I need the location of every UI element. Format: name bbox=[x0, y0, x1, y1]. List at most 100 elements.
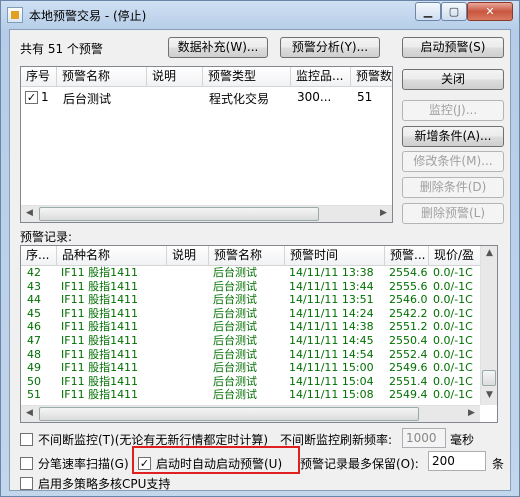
alert-row-id: 1 bbox=[41, 90, 49, 104]
multi-cpu-checkbox[interactable] bbox=[20, 477, 33, 490]
col-header-count[interactable]: 预警数 bbox=[351, 67, 392, 87]
record-time: 14/11/11 14:54 bbox=[289, 347, 374, 361]
record-row[interactable]: 47 IF11 股指1411 后台测试 14/11/11 14:45 2550.4 0.0… bbox=[21, 334, 481, 348]
record-price: 2551.2 bbox=[389, 320, 428, 334]
record-row[interactable]: 46 IF11 股指1411 后台测试 14/11/11 14:38 2551.2 0.0… bbox=[21, 320, 481, 334]
max-records-unit: 条 bbox=[492, 457, 505, 471]
record-time: 14/11/11 14:45 bbox=[289, 334, 374, 347]
scroll-up-icon[interactable]: ▲ bbox=[481, 246, 497, 262]
start-alert-button[interactable]: 启动预警(S) bbox=[402, 37, 504, 58]
tick-scan-label[interactable]: 分笔速率扫描(G) bbox=[38, 455, 129, 472]
record-time: 14/11/11 15:00 bbox=[289, 361, 374, 375]
record-row[interactable]: 51 IF11 股指1411 后台测试 14/11/11 15:08 2549.4 0.0… bbox=[21, 388, 481, 402]
scroll-right-icon[interactable]: ▶ bbox=[375, 206, 392, 222]
alert-count-label: 共有 51 个预警 bbox=[20, 42, 103, 56]
record-pnl: 0.0/-1C bbox=[433, 374, 473, 388]
record-time: 14/11/11 15:04 bbox=[289, 374, 374, 388]
record-seq: 46 bbox=[27, 320, 41, 334]
auto-start-label[interactable]: 启动时自动启动预警(U) bbox=[156, 455, 282, 472]
scroll-thumb[interactable] bbox=[39, 407, 419, 421]
record-name: 后台测试 bbox=[213, 279, 257, 293]
record-row[interactable]: 49 IF11 股指1411 后台测试 14/11/11 15:00 2549.6 0.0… bbox=[21, 361, 481, 375]
records-rows: 42 IF11 股指1411 后台测试 14/11/11 13:38 2554.6 0.0… bbox=[21, 266, 481, 405]
scroll-left-icon[interactable]: ◀ bbox=[21, 206, 38, 222]
main-window: 本地预警交易 - (停止) ▁ ▢ ✕ 共有 51 个预警 数据补充(W)...… bbox=[0, 0, 520, 497]
scroll-thumb[interactable] bbox=[39, 207, 319, 221]
maximize-button[interactable]: ▢ bbox=[441, 2, 467, 21]
tick-scan-checkbox[interactable] bbox=[20, 457, 33, 470]
continuous-monitor-checkbox[interactable] bbox=[20, 433, 33, 446]
rec-header-pnl[interactable]: 现价/盈 bbox=[429, 246, 481, 266]
record-price: 2551.4 bbox=[389, 374, 428, 388]
record-seq: 45 bbox=[27, 306, 41, 320]
records-label: 预警记录: bbox=[20, 230, 73, 244]
records-vscrollbar[interactable]: ▲ ▼ bbox=[480, 246, 497, 405]
scroll-left-icon[interactable]: ◀ bbox=[21, 406, 38, 422]
close-window-button[interactable]: ✕ bbox=[467, 2, 513, 21]
col-header-desc[interactable]: 说明 bbox=[147, 67, 203, 87]
window-title: 本地预警交易 - (停止) bbox=[29, 9, 147, 23]
col-header-product[interactable]: 监控品... bbox=[291, 67, 351, 87]
record-name: 后台测试 bbox=[213, 293, 257, 307]
record-seq: 48 bbox=[27, 347, 41, 361]
col-header-name[interactable]: 预警名称 bbox=[57, 67, 147, 87]
add-condition-button[interactable]: 新增条件(A)... bbox=[402, 126, 504, 147]
record-time: 14/11/11 13:38 bbox=[289, 266, 374, 279]
record-product: IF11 股指1411 bbox=[61, 361, 139, 375]
rec-header-seq[interactable]: 序... bbox=[21, 246, 57, 266]
record-name: 后台测试 bbox=[213, 347, 257, 361]
record-pnl: 0.0/-1C bbox=[433, 334, 473, 347]
rec-header-desc[interactable]: 说明 bbox=[167, 246, 209, 266]
record-row[interactable]: 43 IF11 股指1411 后台测试 14/11/11 13:44 2555.6 0.0… bbox=[21, 280, 481, 294]
record-pnl: 0.0/-1C bbox=[433, 293, 473, 307]
records-list[interactable]: 序... 品种名称 说明 预警名称 预警时间 预警... 现价/盈 42 IF11… bbox=[20, 245, 498, 423]
max-records-input[interactable]: 200 bbox=[428, 451, 486, 471]
record-price: 2549.6 bbox=[389, 361, 428, 375]
delete-alert-button[interactable]: 删除预警(L) bbox=[402, 203, 504, 224]
rec-header-price[interactable]: 预警... bbox=[385, 246, 429, 266]
rec-header-time[interactable]: 预警时间 bbox=[285, 246, 385, 266]
scroll-right-icon[interactable]: ▶ bbox=[463, 406, 480, 422]
data-fill-button[interactable]: 数据补充(W)... bbox=[168, 37, 268, 58]
rec-header-name[interactable]: 预警名称 bbox=[209, 246, 285, 266]
minimize-button[interactable]: ▁ bbox=[415, 2, 441, 21]
record-seq: 43 bbox=[27, 279, 41, 293]
close-button[interactable]: 关闭 bbox=[402, 69, 504, 90]
alert-row[interactable]: ✓ 1 后台测试 程式化交易 300... 51 bbox=[21, 89, 392, 107]
record-row[interactable]: 48 IF11 股指1411 后台测试 14/11/11 14:54 2552.4 0.0… bbox=[21, 348, 481, 362]
refresh-rate-input[interactable]: 1000 bbox=[402, 428, 446, 448]
alert-row-name: 后台测试 bbox=[63, 92, 112, 106]
scroll-down-icon[interactable]: ▼ bbox=[481, 388, 497, 404]
record-seq: 50 bbox=[27, 374, 41, 388]
col-header-type[interactable]: 预警类型 bbox=[203, 67, 291, 87]
record-pnl: 0.0/-1C bbox=[433, 320, 473, 334]
record-seq: 44 bbox=[27, 293, 41, 307]
alert-analysis-button[interactable]: 预警分析(Y)... bbox=[280, 37, 380, 58]
record-pnl: 0.0/-1C bbox=[433, 279, 473, 293]
record-product: IF11 股指1411 bbox=[61, 293, 139, 307]
record-seq: 42 bbox=[27, 266, 41, 279]
monitor-button[interactable]: 监控(J)... bbox=[402, 100, 504, 121]
record-product: IF11 股指1411 bbox=[61, 266, 139, 279]
multi-cpu-label[interactable]: 启用多策略多核CPU支持 bbox=[38, 475, 170, 492]
record-row[interactable]: 44 IF11 股指1411 后台测试 14/11/11 13:51 2546.0 0.0… bbox=[21, 293, 481, 307]
edit-condition-button[interactable]: 修改条件(M)... bbox=[402, 151, 504, 172]
rec-header-product[interactable]: 品种名称 bbox=[57, 246, 167, 266]
records-hscrollbar[interactable]: ◀ ▶ bbox=[21, 405, 480, 422]
record-row[interactable]: 45 IF11 股指1411 后台测试 14/11/11 14:24 2542.2 0.0… bbox=[21, 307, 481, 321]
app-icon bbox=[7, 7, 23, 23]
alert-row-type: 程式化交易 bbox=[209, 92, 270, 106]
auto-start-checkbox[interactable]: ✓ bbox=[138, 457, 151, 470]
record-time: 14/11/11 14:38 bbox=[289, 320, 374, 334]
alert-list[interactable]: 序号 预警名称 说明 预警类型 监控品... 预警数 ✓ 1 后台测试 程式化交… bbox=[20, 66, 393, 223]
vscroll-thumb[interactable] bbox=[482, 370, 496, 386]
title-bar[interactable]: 本地预警交易 - (停止) ▁ ▢ ✕ bbox=[1, 1, 519, 29]
alert-row-checkbox[interactable]: ✓ bbox=[25, 91, 38, 104]
record-product: IF11 股指1411 bbox=[61, 334, 139, 347]
alert-list-hscrollbar[interactable]: ◀ ▶ bbox=[21, 205, 392, 222]
record-product: IF11 股指1411 bbox=[61, 374, 139, 388]
col-header-seq[interactable]: 序号 bbox=[21, 67, 57, 87]
delete-condition-button[interactable]: 删除条件(D) bbox=[402, 177, 504, 198]
record-row[interactable]: 50 IF11 股指1411 后台测试 14/11/11 15:04 2551.4 0.0… bbox=[21, 375, 481, 389]
record-row[interactable]: 42 IF11 股指1411 后台测试 14/11/11 13:38 2554.6 0.0… bbox=[21, 266, 481, 280]
